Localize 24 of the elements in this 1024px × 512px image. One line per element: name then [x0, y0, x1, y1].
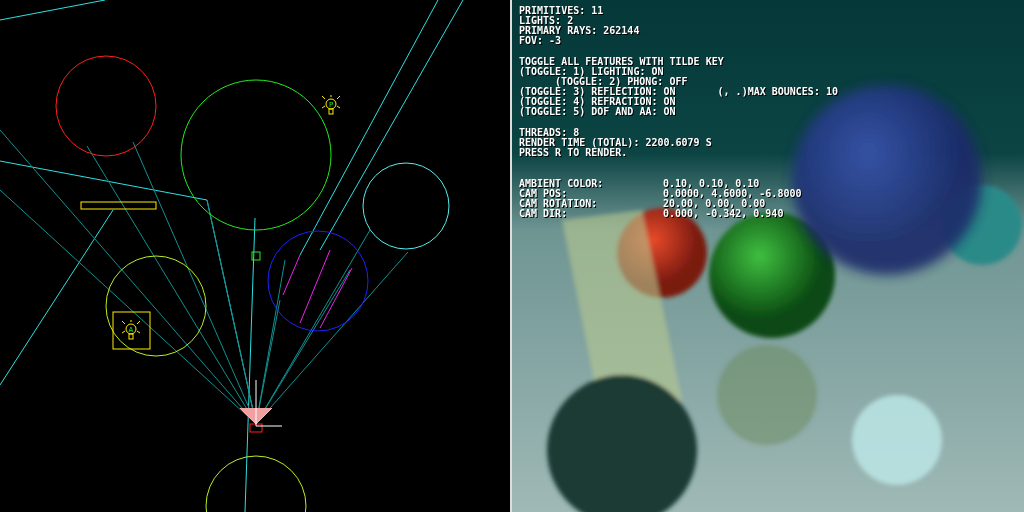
info-text: THREADS: 8	[519, 128, 581, 138]
info-text: RENDER TIME (TOTAL): 2200.6079 S	[519, 138, 713, 148]
camera-drawing[interactable]	[239, 379, 283, 433]
info-text: PRESS R TO RENDER.	[519, 148, 628, 158]
camera-label: AMBIENT COLOR:	[519, 179, 605, 189]
stat-text: LIGHTS: 2	[519, 16, 575, 26]
info-text: (TOGGLE: 4) REFRACTION: ON	[519, 97, 676, 107]
info-text: (TOGGLE: 3) REFLECTION: ON	[519, 87, 676, 97]
info-text: (TOGGLE: 2) PHONG: OFF	[555, 77, 688, 87]
focus-point-marker	[251, 251, 261, 261]
camera-value: 0.10, 0.10, 0.10	[663, 179, 760, 189]
stat-text: PRIMITIVES: 11	[519, 6, 605, 16]
camera-value: 0.0000, 4.6000, -6.8000	[663, 189, 802, 199]
stat-text: PRIMARY RAYS: 262144	[519, 26, 641, 36]
info-text: (TOGGLE: 1) LIGHTING: ON	[519, 67, 664, 77]
info-text: (, .)MAX BOUNCES: 10	[717, 87, 838, 97]
info-text: (TOGGLE: 5) DOF AND AA: ON	[519, 107, 676, 117]
camera-label: CAM ROTATION:	[519, 199, 599, 209]
camera-value: 20.00, 0.00, 0.00	[663, 199, 766, 209]
info-text: TOGGLE ALL FEATURES WITH TILDE KEY	[519, 57, 725, 67]
camera-value: 0.000, -0.342, 0.940	[663, 209, 784, 219]
camera-label: CAM POS:	[519, 189, 569, 199]
stat-text: FOV: -3	[519, 36, 563, 46]
camera-label: CAM DIR:	[519, 209, 569, 219]
